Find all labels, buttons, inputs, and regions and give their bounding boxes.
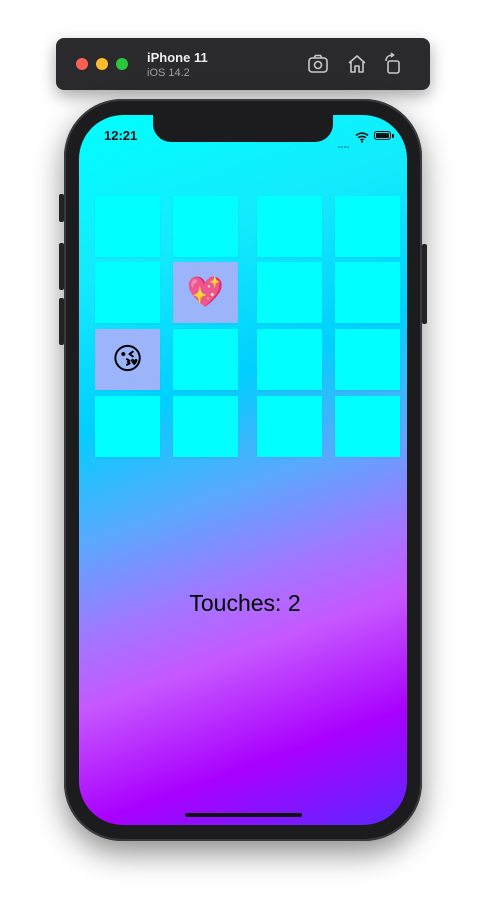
status-icons bbox=[338, 130, 394, 148]
simulator-toolbar: iPhone 11 iOS 14.2 bbox=[56, 38, 430, 90]
memory-card[interactable] bbox=[257, 396, 322, 457]
simulator-window: iPhone 11 iOS 14.2 12:21 Touches: 2 💖 😘 bbox=[0, 0, 486, 914]
battery-icon bbox=[374, 131, 391, 140]
memory-card[interactable] bbox=[257, 196, 322, 257]
memory-card[interactable]: 😘 bbox=[95, 329, 160, 390]
memory-card[interactable] bbox=[173, 196, 238, 257]
memory-card[interactable] bbox=[335, 196, 400, 257]
wifi-icon bbox=[355, 130, 369, 143]
notch bbox=[153, 115, 333, 142]
screenshot-button[interactable] bbox=[306, 52, 330, 76]
os-version: iOS 14.2 bbox=[147, 67, 190, 79]
home-icon bbox=[348, 55, 366, 73]
memory-card[interactable] bbox=[335, 396, 400, 457]
touches-counter: Touches: 2 bbox=[189, 590, 301, 616]
memory-card[interactable]: 💖 bbox=[173, 262, 238, 323]
memory-card[interactable] bbox=[257, 262, 322, 323]
camera-screenshot-icon bbox=[308, 54, 328, 73]
cellular-signal-icon bbox=[338, 135, 350, 148]
rotate-button[interactable] bbox=[381, 52, 405, 76]
memory-card[interactable] bbox=[257, 329, 322, 390]
battery-tip bbox=[392, 134, 394, 138]
home-button[interactable] bbox=[345, 52, 369, 76]
minimize-window-button[interactable] bbox=[96, 58, 108, 70]
device-name: iPhone 11 bbox=[147, 50, 208, 65]
power-button bbox=[422, 244, 427, 324]
zoom-window-button[interactable] bbox=[116, 58, 128, 70]
memory-card[interactable] bbox=[335, 329, 400, 390]
memory-card[interactable] bbox=[95, 396, 160, 457]
rotate-icon bbox=[385, 52, 400, 74]
home-indicator[interactable] bbox=[185, 813, 302, 817]
close-window-button[interactable] bbox=[76, 58, 88, 70]
memory-card[interactable] bbox=[173, 329, 238, 390]
memory-card[interactable] bbox=[335, 262, 400, 323]
memory-card[interactable] bbox=[173, 396, 238, 457]
memory-card[interactable] bbox=[95, 196, 160, 257]
memory-card[interactable] bbox=[95, 262, 160, 323]
status-time: 12:21 bbox=[104, 128, 138, 143]
